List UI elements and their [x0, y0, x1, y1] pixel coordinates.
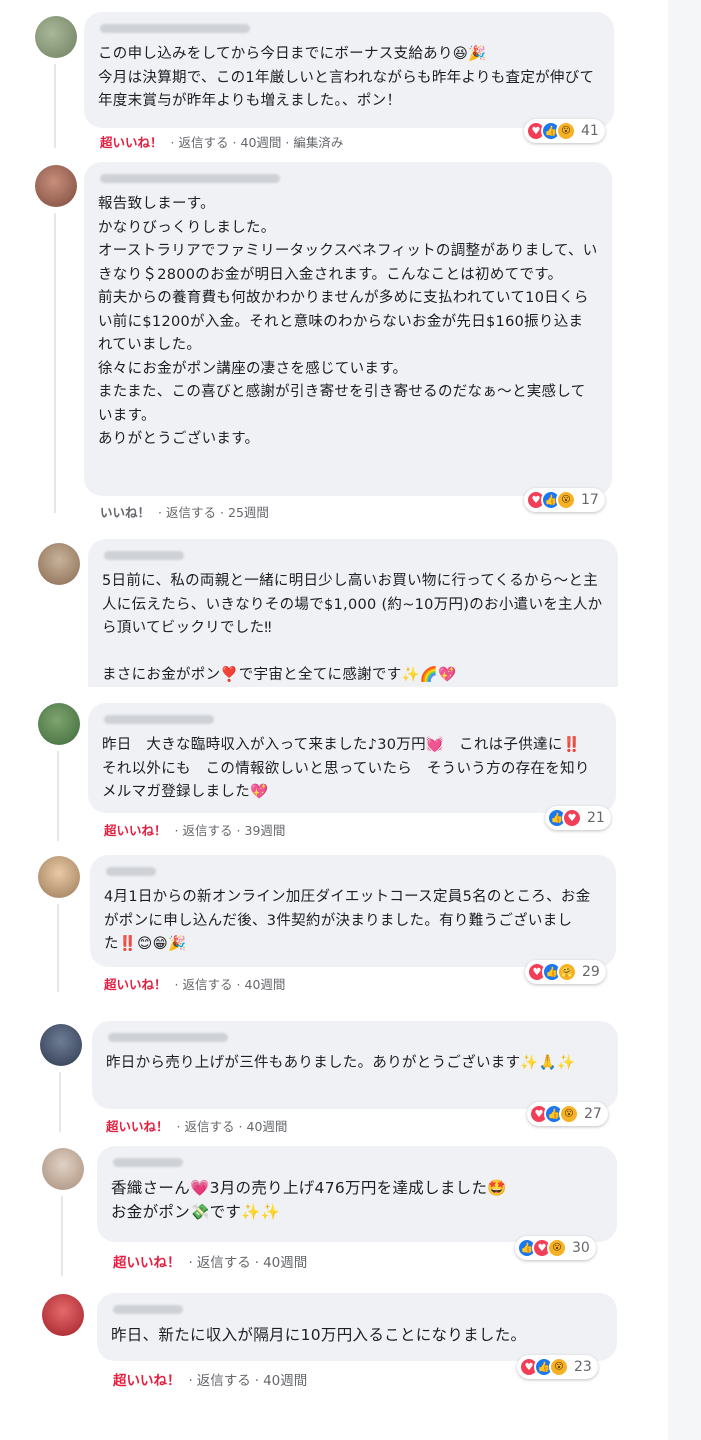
- author-name-blurred[interactable]: [104, 551, 184, 560]
- thread-line: [61, 1196, 63, 1276]
- timestamp[interactable]: 39週間: [245, 823, 286, 838]
- thread-line: [57, 751, 59, 841]
- wow-reaction-icon: 😮: [547, 1238, 567, 1258]
- reaction-summary[interactable]: ♥ 👍 😮 27: [527, 1102, 608, 1126]
- comment-actions: いいね！ · 返信する · 25週間: [100, 505, 269, 520]
- comment-bubble: 報告致しまーす。 かなりびっくりしました。 オーストラリアでファミリータックスベ…: [84, 162, 612, 496]
- wow-reaction-icon: 😮: [556, 490, 576, 510]
- reaction-count: 17: [581, 492, 599, 508]
- like-button[interactable]: 超いいね！: [113, 1255, 181, 1271]
- like-button[interactable]: 超いいね！: [104, 823, 167, 838]
- like-button[interactable]: 超いいね！: [100, 135, 163, 150]
- author-name-blurred[interactable]: [108, 1033, 228, 1042]
- comment-text: 報告致しまーす。 かなりびっくりしました。 オーストラリアでファミリータックスベ…: [98, 196, 598, 447]
- comment-actions: 超いいね！ · 返信する · 39週間: [104, 823, 286, 838]
- comment-bubble: 4月1日からの新オンライン加圧ダイエットコース定員5名のところ、お金がポンに申し…: [90, 855, 616, 967]
- reaction-count: 30: [572, 1240, 590, 1256]
- avatar[interactable]: [40, 1024, 82, 1066]
- comment-actions: 超いいね！ · 返信する · 40週間: [106, 1119, 288, 1134]
- avatar[interactable]: [42, 1148, 84, 1190]
- comment-actions: 超いいね！ · 返信する · 40週間: [104, 977, 286, 992]
- wow-reaction-icon: 😮: [549, 1357, 569, 1377]
- like-button[interactable]: 超いいね！: [113, 1373, 181, 1389]
- reply-button[interactable]: 返信する: [183, 977, 233, 992]
- timestamp[interactable]: 40週間: [245, 977, 286, 992]
- comment-bubble: 昨日 大きな臨時収入が入って来ました♪30万円💓 これは子供達に‼️ それ以外に…: [88, 703, 616, 813]
- wow-reaction-icon: 😮: [556, 121, 576, 141]
- avatar[interactable]: [38, 703, 80, 745]
- thread-line: [54, 64, 56, 148]
- timestamp[interactable]: 40週間: [263, 1373, 307, 1389]
- reaction-count: 29: [582, 964, 600, 980]
- author-name-blurred[interactable]: [113, 1158, 183, 1167]
- comment-actions: 超いいね！ · 返信する · 40週間 · 編集済み: [100, 135, 344, 150]
- reaction-summary[interactable]: ♥ 👍 😮 17: [524, 488, 605, 512]
- reply-button[interactable]: 返信する: [185, 1119, 235, 1134]
- timestamp[interactable]: 40週間: [263, 1255, 307, 1271]
- right-panel-edge: [668, 0, 701, 1440]
- author-name-blurred[interactable]: [100, 24, 250, 33]
- reaction-summary[interactable]: ♥ 👍 😮 23: [517, 1355, 598, 1379]
- author-name-blurred[interactable]: [113, 1305, 183, 1314]
- wow-reaction-icon: 😮: [559, 1104, 579, 1124]
- comment-bubble: 香織さーん💗3月の売り上げ476万円を達成しました🤩 お金がポン💸です✨✨: [97, 1146, 617, 1242]
- like-button[interactable]: いいね！: [100, 505, 150, 520]
- avatar[interactable]: [38, 543, 80, 585]
- timestamp[interactable]: 40週間: [241, 135, 282, 150]
- comment-bubble: 昨日から売り上げが三件もありました。ありがとうございます✨🙏✨: [92, 1021, 618, 1109]
- comment-bubble: この申し込みをしてから今日までにボーナス支給あり😆🎉 今月は決算期で、この1年厳…: [84, 12, 614, 128]
- comment-text: 昨日から売り上げが三件もありました。ありがとうございます✨🙏✨: [106, 1055, 576, 1071]
- author-name-blurred[interactable]: [104, 715, 214, 724]
- reply-button[interactable]: 返信する: [183, 823, 233, 838]
- thread-line: [59, 1072, 61, 1132]
- reply-button[interactable]: 返信する: [197, 1255, 251, 1271]
- timestamp[interactable]: 25週間: [228, 505, 269, 520]
- comment-text: 昨日 大きな臨時収入が入って来ました♪30万円💓 これは子供達に‼️ それ以外に…: [102, 737, 596, 800]
- reply-button[interactable]: 返信する: [166, 505, 216, 520]
- reply-button[interactable]: 返信する: [179, 135, 229, 150]
- reaction-count: 21: [587, 810, 605, 826]
- comment-text: 香織さーん💗3月の売り上げ476万円を達成しました🤩 お金がポン💸です✨✨: [111, 1179, 507, 1221]
- comment-text: 昨日、新たに収入が隔月に10万円入ることになりました。: [111, 1326, 527, 1344]
- avatar[interactable]: [42, 1294, 84, 1336]
- reaction-count: 41: [581, 123, 599, 139]
- avatar[interactable]: [35, 16, 77, 58]
- timestamp[interactable]: 40週間: [247, 1119, 288, 1134]
- comment-actions: 超いいね！ · 返信する · 40週間: [113, 1373, 308, 1389]
- thread-line: [57, 904, 59, 992]
- reaction-count: 27: [584, 1106, 602, 1122]
- care-reaction-icon: 🤗: [557, 962, 577, 982]
- author-name-blurred[interactable]: [106, 867, 156, 876]
- comment-text: この申し込みをしてから今日までにボーナス支給あり😆🎉 今月は決算期で、この1年厳…: [98, 46, 595, 109]
- edited-label: 編集済み: [293, 135, 344, 150]
- reply-button[interactable]: 返信する: [197, 1373, 251, 1389]
- comment-bubble: 昨日、新たに収入が隔月に10万円入ることになりました。: [97, 1293, 617, 1361]
- heart-reaction-icon: ♥: [562, 808, 582, 828]
- author-name-blurred[interactable]: [100, 174, 280, 183]
- reaction-summary[interactable]: ♥ 👍 🤗 29: [525, 960, 606, 984]
- comment-text: 5日前に、私の両親と一緒に明日少し高いお買い物に行ってくるから〜と主人に伝えたら…: [102, 573, 603, 683]
- comment-actions: 超いいね！ · 返信する · 40週間: [113, 1255, 308, 1271]
- reaction-summary[interactable]: 👍 ♥ 21: [545, 806, 611, 830]
- avatar[interactable]: [35, 165, 77, 207]
- comment-bubble: 5日前に、私の両親と一緒に明日少し高いお買い物に行ってくるから〜と主人に伝えたら…: [88, 539, 618, 687]
- comment-text: 4月1日からの新オンライン加圧ダイエットコース定員5名のところ、お金がポンに申し…: [104, 889, 591, 952]
- reaction-count: 23: [574, 1359, 592, 1375]
- like-button[interactable]: 超いいね！: [104, 977, 167, 992]
- reaction-summary[interactable]: ♥ 👍 😮 41: [524, 119, 605, 143]
- reaction-summary[interactable]: 👍 ♥ 😮 30: [515, 1236, 596, 1260]
- thread-line: [54, 213, 56, 513]
- like-button[interactable]: 超いいね！: [106, 1119, 169, 1134]
- avatar[interactable]: [38, 856, 80, 898]
